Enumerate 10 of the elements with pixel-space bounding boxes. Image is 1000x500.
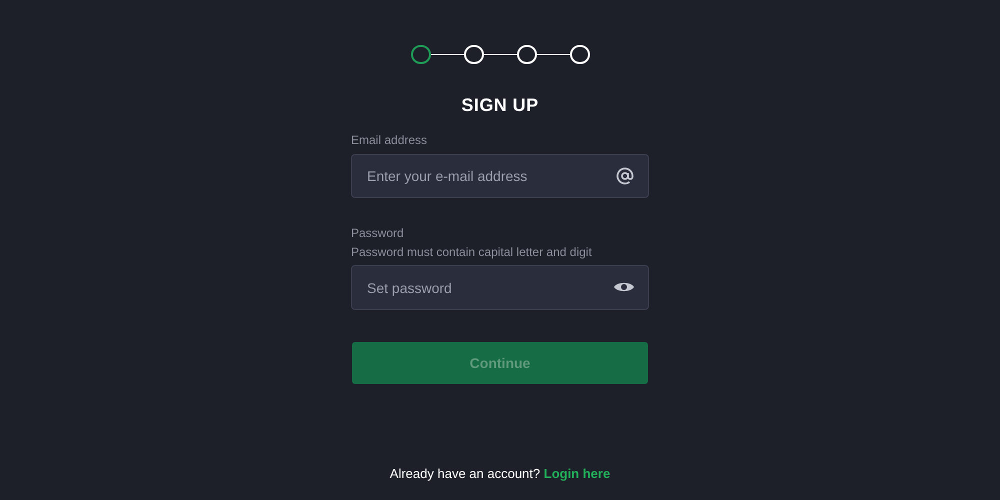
password-hint: Password must contain capital letter and digit (351, 244, 593, 261)
eye-icon[interactable] (613, 280, 635, 294)
footer-text: Already have an account? Login here (390, 465, 610, 483)
password-field[interactable]: Set password (351, 265, 649, 310)
at-sign-icon (616, 167, 634, 185)
login-link[interactable]: Login here (544, 466, 610, 481)
email-field[interactable]: Enter your e-mail address (351, 154, 649, 198)
field-label: Password (351, 225, 405, 242)
page-title: SIGN UP (461, 94, 539, 117)
field-label: Email address (351, 132, 428, 149)
